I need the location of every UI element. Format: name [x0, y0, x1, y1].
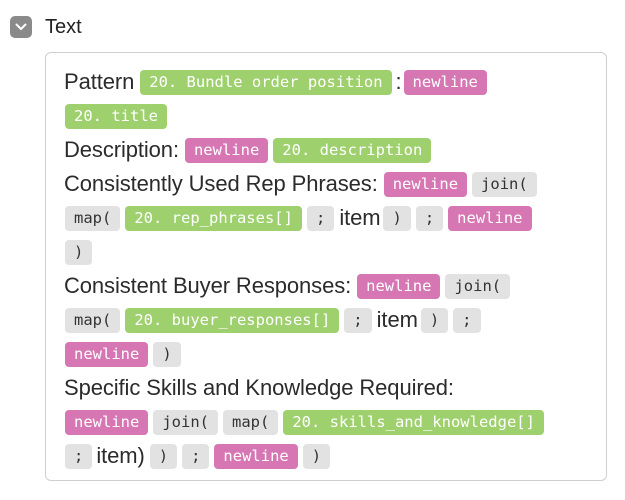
close-paren-pill[interactable]: ) — [383, 205, 411, 231]
bundle-order-position-pill[interactable]: 20. Bundle order position — [140, 69, 392, 95]
formula-line: Consistent Buyer Responses: newline join… — [64, 269, 594, 303]
item-text: item — [339, 205, 381, 230]
join-function-pill[interactable]: join( — [445, 273, 511, 299]
close-paren-pill[interactable]: ) — [420, 307, 449, 333]
newline-pill[interactable]: newline — [357, 273, 441, 299]
text-section-header: Text — [10, 14, 82, 40]
rep-phrases-field-pill[interactable]: 20. rep_phrases[] — [125, 205, 302, 231]
collapse-toggle-button[interactable] — [10, 16, 32, 38]
formula-line: Consistently Used Rep Phrases: newline j… — [64, 167, 594, 201]
newline-pill[interactable]: newline — [214, 443, 298, 469]
semicolon-pill[interactable]: ; — [182, 443, 210, 469]
join-function-pill[interactable]: join( — [472, 171, 537, 197]
skills-label: Specific Skills and Knowledge Required: — [64, 375, 454, 400]
newline-pill[interactable]: newline — [383, 171, 468, 197]
formula-line: newline join( map( 20. skills_and_knowle… — [64, 405, 594, 439]
semicolon-pill[interactable]: ; — [306, 205, 335, 231]
description-label: Description: — [64, 137, 179, 162]
newline-pill[interactable]: newline — [65, 341, 149, 367]
section-title: Text — [45, 15, 82, 38]
item-text: item — [376, 307, 418, 332]
buyer-responses-label: Consistent Buyer Responses: — [64, 273, 352, 298]
map-function-pill[interactable]: map( — [65, 307, 121, 333]
formula-line: 20. title — [64, 99, 594, 133]
buyer-responses-field-pill[interactable]: 20. buyer_responses[] — [125, 307, 340, 333]
formula-line: Specific Skills and Knowledge Required: — [64, 371, 594, 405]
formula-line: map( 20. buyer_responses[] ; item ) ; — [64, 303, 594, 337]
chevron-down-icon — [15, 23, 27, 30]
close-paren-pill[interactable]: ) — [65, 239, 93, 265]
close-paren-pill[interactable]: ) — [302, 443, 331, 469]
formula-line: newline ) — [64, 337, 594, 371]
colon-text: : — [395, 69, 402, 94]
title-field-pill[interactable]: 20. title — [65, 103, 167, 129]
map-function-pill[interactable]: map( — [223, 409, 279, 435]
formula-line: ) — [64, 235, 594, 269]
semicolon-pill[interactable]: ; — [415, 205, 444, 231]
formula-content: Pattern 20. Bundle order position : newl… — [64, 65, 594, 473]
close-paren-pill[interactable]: ) — [149, 443, 178, 469]
text-formula-editor[interactable]: Pattern 20. Bundle order position : newl… — [45, 52, 607, 481]
formula-line: Description: newline 20. description — [64, 133, 594, 167]
semicolon-pill[interactable]: ; — [65, 443, 93, 469]
description-field-pill[interactable]: 20. description — [273, 137, 432, 163]
pattern-label: Pattern — [64, 69, 135, 94]
formula-line: ; item) ) ; newline ) — [64, 439, 594, 473]
item-close-text: item) — [96, 443, 145, 468]
newline-pill[interactable]: newline — [184, 137, 269, 163]
newline-pill[interactable]: newline — [65, 409, 149, 435]
formula-line: Pattern 20. Bundle order position : newl… — [64, 65, 594, 99]
semicolon-pill[interactable]: ; — [344, 307, 372, 333]
close-paren-pill[interactable]: ) — [153, 341, 181, 367]
skills-field-pill[interactable]: 20. skills_and_knowledge[] — [283, 409, 544, 435]
map-function-pill[interactable]: map( — [65, 205, 121, 231]
newline-pill[interactable]: newline — [403, 69, 487, 95]
newline-pill[interactable]: newline — [448, 205, 532, 231]
rep-phrases-label: Consistently Used Rep Phrases: — [64, 171, 378, 196]
join-function-pill[interactable]: join( — [153, 409, 218, 435]
semicolon-pill[interactable]: ; — [453, 307, 481, 333]
formula-line: map( 20. rep_phrases[] ; item ) ; newlin… — [64, 201, 594, 235]
